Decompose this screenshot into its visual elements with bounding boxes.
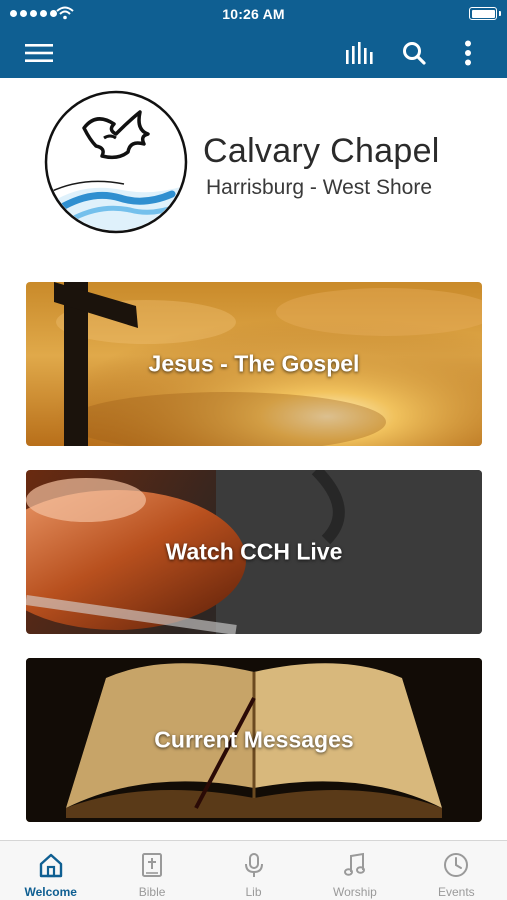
current-messages-card[interactable]: Current Messages <box>26 658 482 822</box>
home-icon <box>39 853 62 878</box>
tab-events[interactable]: Events <box>406 841 507 900</box>
current-messages-card-label: Current Messages <box>154 726 354 753</box>
clock-icon <box>444 853 469 877</box>
tab-lib[interactable]: Lib <box>203 841 304 900</box>
tab-events-label: Events <box>437 885 475 899</box>
gospel-card-label: Jesus - The Gospel <box>148 350 360 377</box>
tab-welcome-label: Welcome <box>24 885 77 899</box>
nav-bar <box>0 28 507 78</box>
bible-icon <box>142 853 163 877</box>
search-icon <box>403 42 426 65</box>
watch-live-card[interactable]: Watch CCH Live <box>26 470 482 634</box>
top-bar: 10:26 AM <box>0 0 507 78</box>
battery-icon <box>469 7 501 20</box>
menu-button[interactable] <box>22 36 56 70</box>
more-vertical-icon <box>465 40 471 66</box>
status-time: 10:26 AM <box>222 6 285 22</box>
watch-live-card-label: Watch CCH Live <box>165 538 343 565</box>
tab-bible[interactable]: Bible <box>101 841 202 900</box>
microphone-icon <box>244 853 263 877</box>
tab-bible-label: Bible <box>138 885 166 899</box>
tab-worship-label: Worship <box>333 885 377 899</box>
more-options-button[interactable] <box>451 36 485 70</box>
tab-worship[interactable]: Worship <box>304 841 405 900</box>
dove-logo-icon <box>44 90 188 234</box>
search-button[interactable] <box>397 36 431 70</box>
audio-player-button[interactable] <box>343 36 377 70</box>
church-logo-area: Calvary Chapel Harrisburg - West Shore <box>0 78 507 248</box>
church-name: Calvary Chapel <box>203 132 440 170</box>
status-bar: 10:26 AM <box>0 0 507 28</box>
gospel-card[interactable]: Jesus - The Gospel <box>26 282 482 446</box>
audio-bars-icon <box>346 42 373 64</box>
bottom-tab-bar: Welcome Bible Lib Worship Events <box>0 840 507 900</box>
menu-icon <box>25 44 53 62</box>
music-note-icon <box>343 852 365 876</box>
church-location: Harrisburg - West Shore <box>206 176 433 199</box>
tab-lib-label: Lib <box>245 885 262 899</box>
tab-welcome[interactable]: Welcome <box>0 841 101 900</box>
